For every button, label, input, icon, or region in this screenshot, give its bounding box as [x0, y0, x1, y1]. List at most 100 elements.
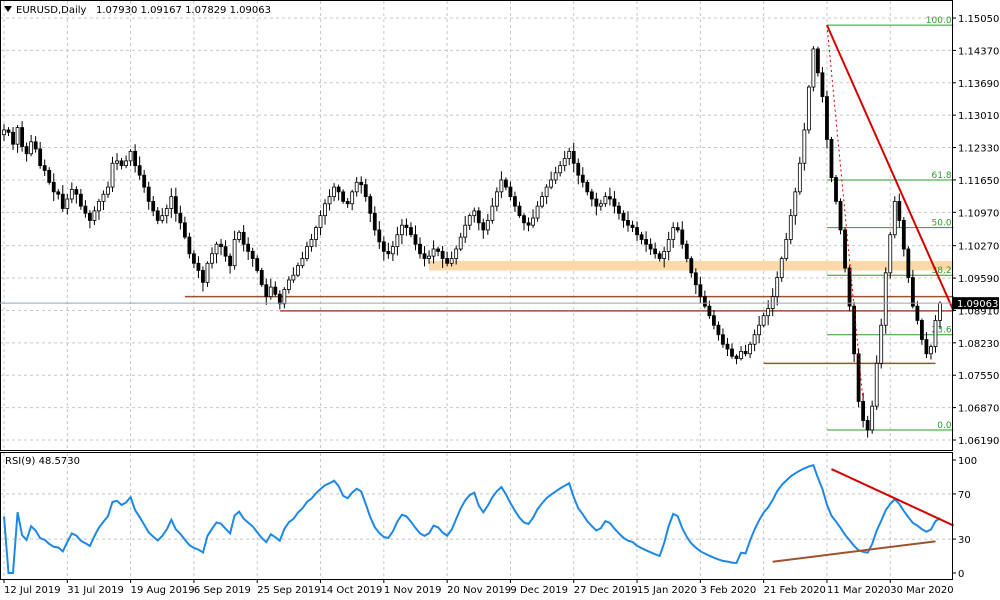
candle-body: [883, 272, 888, 326]
price-tick-label: 1.11650: [958, 176, 999, 187]
candle-body: [146, 186, 151, 202]
candle-body: [42, 165, 47, 171]
candle-body: [51, 181, 56, 193]
candle-body: [309, 239, 314, 248]
candle-body: [716, 324, 721, 336]
time-tick-label: 15 Jan 2020: [637, 585, 697, 596]
candle-body: [390, 246, 395, 255]
candle-body: [69, 189, 74, 200]
candle-body: [128, 150, 133, 162]
candle-body: [201, 270, 205, 283]
candle-body: [74, 189, 79, 195]
rsi-panel-frame: [0, 452, 953, 580]
time-tick-label: 27 Dec 2019: [574, 585, 638, 596]
price-chart-window[interactable]: 100.061.850.038.223.60.0 EURUSD,Daily 1.…: [0, 0, 1000, 600]
candle-body: [689, 258, 694, 274]
candle-body: [626, 220, 630, 226]
candle-body: [418, 243, 422, 255]
candle-body: [901, 220, 906, 250]
candle-body: [341, 191, 346, 202]
candle-body: [644, 239, 648, 245]
time-tick-label: 9 Dec 2019: [510, 585, 568, 596]
candle-body: [115, 160, 119, 164]
candle-body: [675, 227, 680, 231]
candle-body: [440, 250, 445, 259]
candle-body: [748, 343, 752, 355]
candle-body: [97, 200, 101, 212]
candle-body: [865, 420, 870, 431]
price-axis: 1.15050 1.14370 1.13690 1.13010 1.12330 1.116…: [952, 14, 999, 447]
candle-body: [558, 165, 563, 174]
candle-body: [323, 203, 327, 217]
time-tick-label: 11 Mar 2020: [827, 585, 890, 596]
price-tick-label: 1.10270: [958, 242, 999, 253]
candle-body: [580, 174, 585, 183]
candle-body: [920, 320, 924, 340]
candle-body: [933, 320, 938, 348]
candle-body: [29, 141, 34, 155]
price-tick-label: 1.14370: [958, 46, 999, 57]
candle-body: [169, 196, 174, 209]
candle-body: [65, 198, 70, 209]
candle-body: [671, 227, 676, 240]
candle-body: [368, 196, 373, 214]
candle-body: [422, 253, 427, 259]
candle-body: [779, 258, 784, 278]
candle-body: [363, 184, 368, 198]
candle-body: [598, 203, 603, 207]
support-lines[interactable]: [184, 295, 954, 365]
candle-body: [124, 160, 128, 167]
candle-body: [404, 224, 409, 228]
main-panel-grid: [0, 1, 952, 450]
triangle-down-icon: [4, 6, 12, 12]
candle-body: [400, 224, 404, 236]
candle-body: [535, 205, 540, 219]
candle-body: [657, 253, 662, 259]
candle-body: [458, 236, 463, 250]
candle-body: [612, 198, 617, 207]
candle-body: [874, 362, 879, 407]
candle-body: [354, 181, 359, 193]
candle-body: [938, 302, 942, 321]
candle-body: [56, 191, 61, 195]
candle-body: [856, 353, 861, 402]
candle-body: [820, 72, 825, 97]
time-axis: 12 Jul 2019 31 Jul 2019 19 Aug 2019 6 Sep 2…: [3, 579, 954, 596]
candle-body: [282, 289, 287, 305]
candle-body: [508, 186, 513, 198]
candle-body: [553, 172, 558, 181]
candle-body: [11, 131, 15, 145]
dashed-trendline[interactable]: [826, 25, 864, 402]
candle-body: [2, 129, 6, 136]
candle-body: [924, 339, 929, 355]
candle-body: [852, 305, 856, 355]
candle-body: [155, 210, 160, 221]
candle-body: [562, 158, 567, 167]
rsi-trendline[interactable]: [831, 468, 954, 527]
rsi-trendlines[interactable]: [772, 468, 954, 563]
candle-body: [897, 200, 902, 221]
candle-body: [286, 279, 291, 290]
candle-body: [793, 191, 798, 217]
candle-body: [879, 324, 884, 364]
symbol-title: EURUSD,Daily: [16, 5, 87, 16]
candle-body: [906, 248, 911, 278]
time-tick-label: 12 Jul 2019: [4, 585, 61, 596]
price-tick-label: 1.13010: [958, 111, 999, 122]
candle-body: [214, 243, 219, 255]
candle-body: [585, 181, 590, 193]
candle-body: [517, 205, 522, 217]
candle-body: [915, 305, 920, 321]
price-tick-label: 1.13690: [958, 79, 999, 90]
candle-body: [797, 162, 802, 193]
candle-body: [531, 217, 535, 226]
candle-body: [314, 227, 318, 240]
candle-body: [775, 277, 780, 298]
candle-body: [436, 248, 440, 252]
candle-body: [761, 315, 766, 326]
candle-body: [60, 193, 65, 209]
rsi-tick-label: 30: [958, 535, 971, 546]
candle-body: [549, 179, 554, 188]
candle-body: [481, 222, 486, 231]
candle-body: [784, 239, 789, 259]
